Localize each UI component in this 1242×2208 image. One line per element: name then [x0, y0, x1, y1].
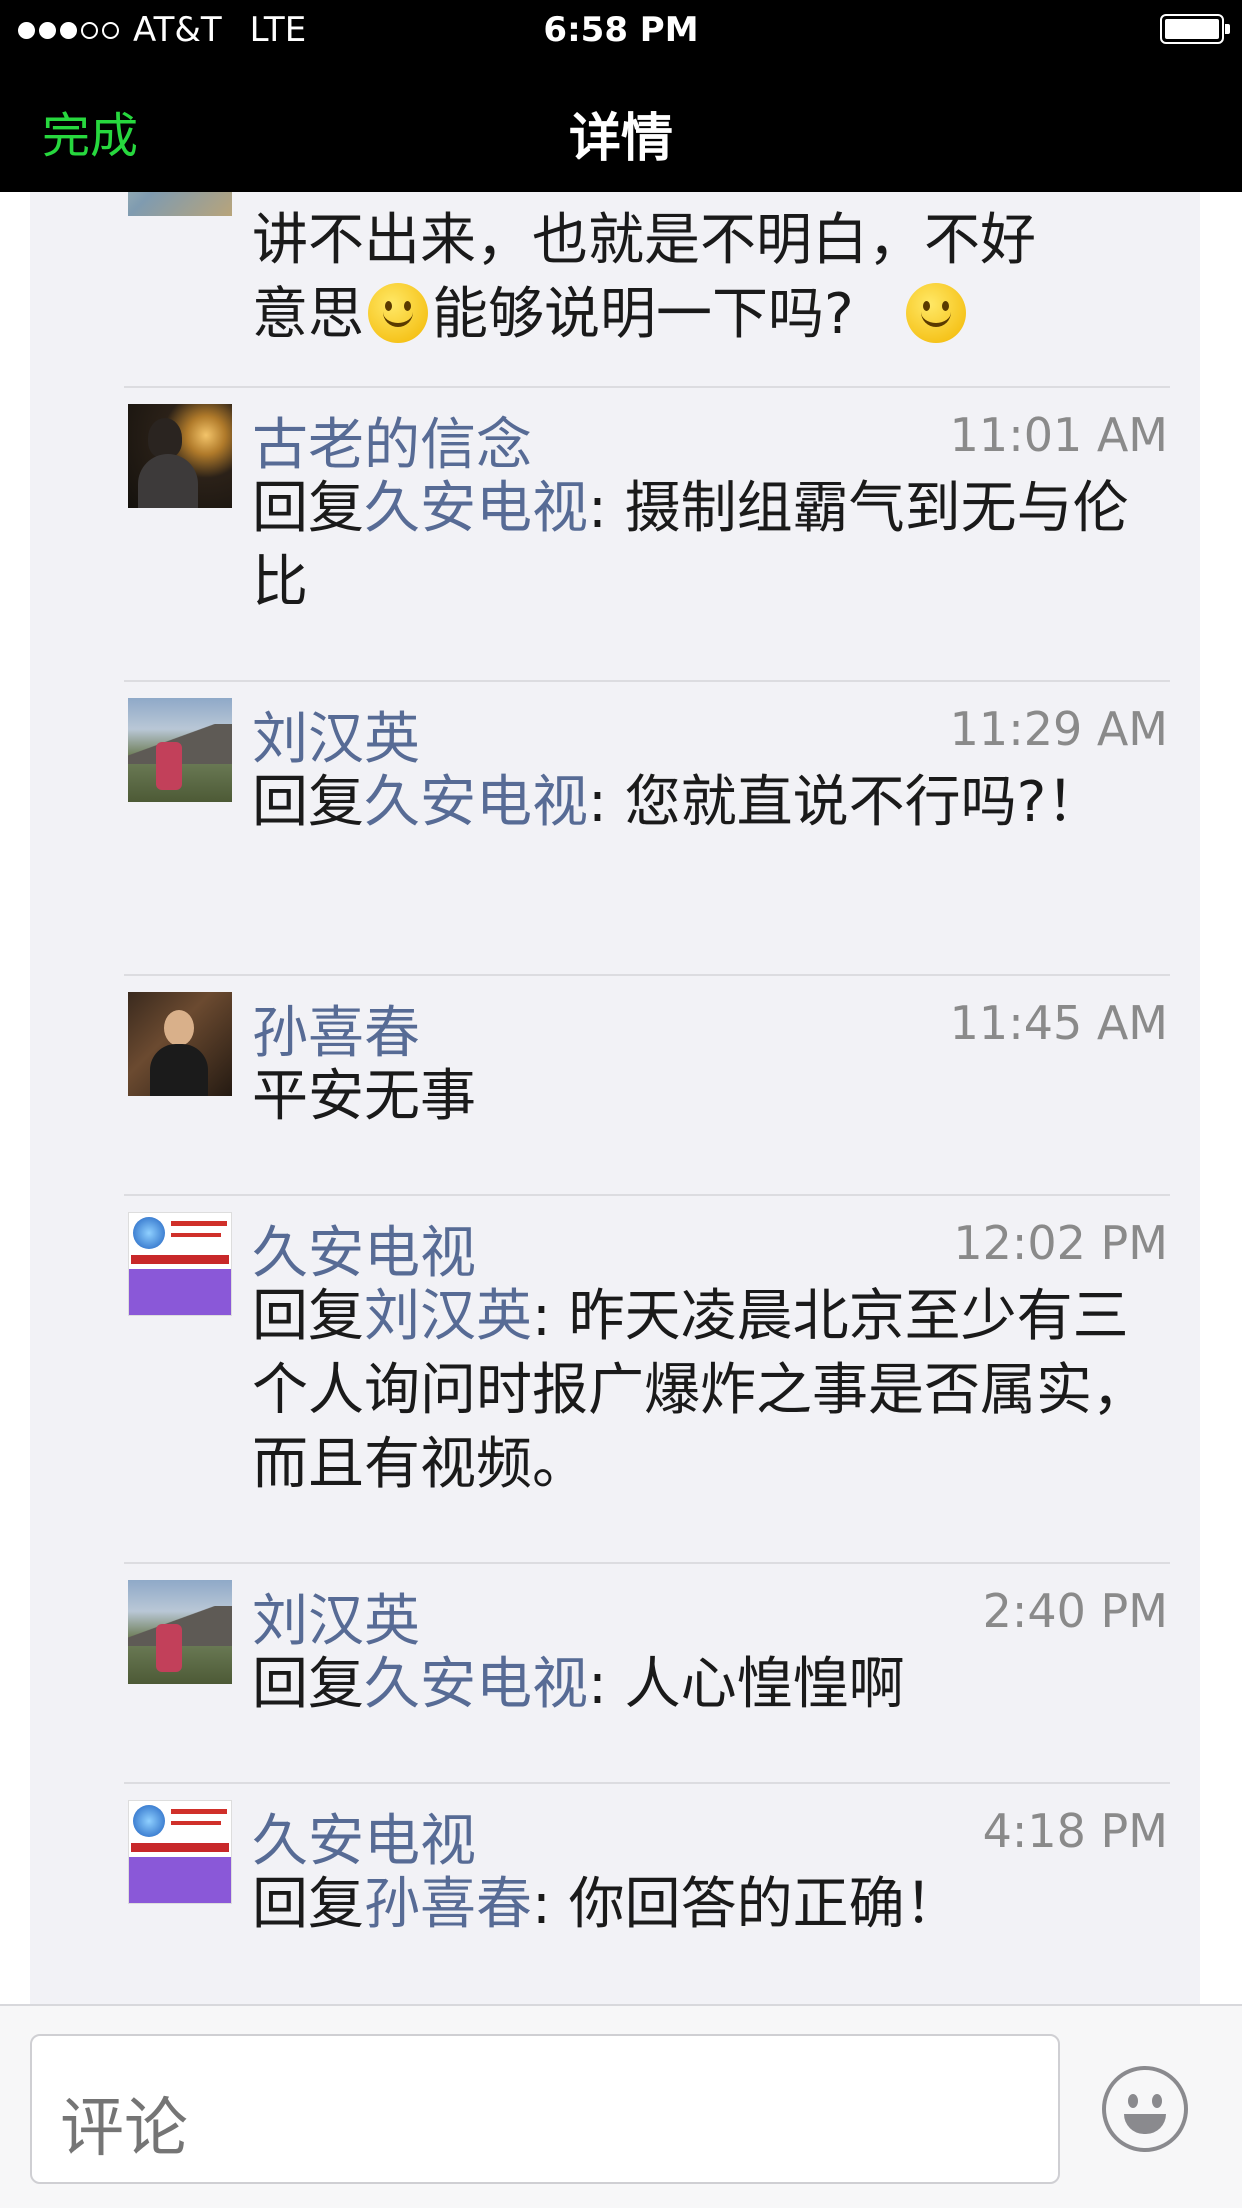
reply-target-link[interactable]: 久安电视: [364, 1652, 588, 1717]
reply-target-link[interactable]: 孙喜春: [364, 1872, 532, 1937]
commenter-name[interactable]: 刘汉英: [252, 1576, 420, 1657]
comment-text: 回复久安电视: 人心惶惶啊: [252, 1652, 905, 1717]
comment-input[interactable]: [30, 2034, 1060, 2184]
comment-item-partial: 讲不出来，也就是不明白，不好 意思 能够说明一下吗?: [30, 192, 1200, 388]
comment-text: 平安无事: [252, 1064, 476, 1129]
comment-time: 2:40 PM: [982, 1584, 1168, 1638]
comment-time: 12:02 PM: [953, 1216, 1168, 1270]
mountain-hiker-avatar[interactable]: [128, 1580, 232, 1684]
comment-text: 回复刘汉英: 昨天凌晨北京至少有三个人询问时报广爆炸之事是否属实，而且有视频。: [252, 1284, 1148, 1497]
commenter-name[interactable]: 孙喜春: [252, 988, 420, 1069]
commenter-name[interactable]: 刘汉英: [252, 694, 420, 775]
company-logo-avatar[interactable]: [128, 1212, 232, 1316]
comment-item: 刘汉英 2:40 PM 回复久安电视: 人心惶惶啊: [30, 1564, 1200, 1782]
page-title: 详情: [568, 109, 673, 169]
commenter-name[interactable]: 古老的信念: [252, 400, 532, 481]
reply-target-link[interactable]: 刘汉英: [364, 1284, 532, 1349]
comment-time: 11:29 AM: [949, 702, 1168, 756]
comment-text: 回复久安电视: 摄制组霸气到无与伦比: [252, 476, 1129, 615]
comment-item: 孙喜春 11:45 AM 平安无事: [30, 976, 1200, 1194]
company-logo-avatar[interactable]: [128, 1800, 232, 1904]
emoji-face-icon: [1128, 2094, 1138, 2108]
comment-item: 刘汉英 11:29 AM 回复久安电视: 您就直说不行吗?！: [30, 682, 1200, 974]
mountain-hiker-avatar[interactable]: [128, 698, 232, 802]
comment-time: 11:01 AM: [949, 408, 1168, 462]
comment-list[interactable]: 讲不出来，也就是不明白，不好 意思 能够说明一下吗? 古老的信念 11:01 AM…: [30, 192, 1200, 2004]
comment-text: 回复孙喜春: 你回答的正确！: [252, 1872, 961, 1937]
comment-time: 4:18 PM: [982, 1804, 1168, 1858]
status-bar: AT&T LTE 6:58 PM: [0, 0, 1242, 62]
comment-text: 回复久安电视: 您就直说不行吗?！: [252, 770, 1103, 835]
comment-item: 久安电视 4:18 PM 回复孙喜春: 你回答的正确！: [30, 1784, 1200, 2002]
smiley-emoji-icon: [905, 283, 966, 343]
navigation-bar: 完成 详情: [0, 62, 1242, 192]
man-portrait-avatar[interactable]: [128, 992, 232, 1096]
reply-target-link[interactable]: 久安电视: [364, 770, 588, 835]
reply-target-link[interactable]: 久安电视: [364, 476, 588, 541]
comment-time: 11:45 AM: [949, 996, 1168, 1050]
emoji-button[interactable]: [1102, 2066, 1188, 2152]
comment-input-bar: [0, 2004, 1242, 2208]
comment-text: 讲不出来，也就是不明白，不好 意思 能够说明一下吗?: [252, 208, 1036, 347]
status-time: 6:58 PM: [543, 10, 699, 50]
person-at-table-avatar[interactable]: [128, 404, 232, 508]
comment-item: 久安电视 12:02 PM 回复刘汉英: 昨天凌晨北京至少有三个人询问时报广爆炸…: [30, 1196, 1200, 1562]
battery-icon: [1160, 14, 1230, 44]
smiley-emoji-icon: [368, 283, 428, 343]
commenter-name[interactable]: 久安电视: [252, 1796, 476, 1877]
commenter-name[interactable]: 久安电视: [252, 1208, 476, 1289]
landscape-avatar[interactable]: [128, 192, 232, 216]
comment-item: 古老的信念 11:01 AM 回复久安电视: 摄制组霸气到无与伦比: [30, 388, 1200, 680]
